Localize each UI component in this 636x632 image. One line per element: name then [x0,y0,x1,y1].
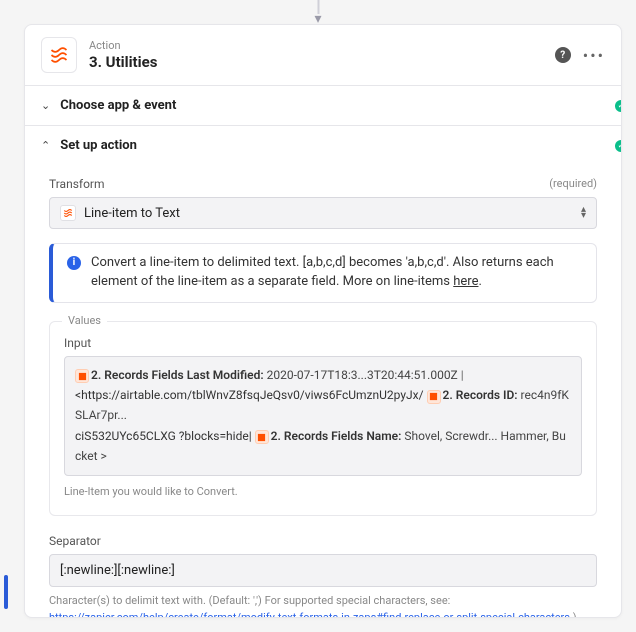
action-card: Action 3. Utilities ? ••• ⌄ Choose app &… [24,24,622,618]
transform-value: Line-item to Text [84,206,573,221]
card-header: Action 3. Utilities ? ••• [25,25,621,85]
side-accent [4,575,8,609]
airtable-pill-icon [255,430,269,444]
separator-help-link[interactable]: https://zapier.com/help/create/format/mo… [49,611,570,617]
utilities-mini-icon [60,205,76,221]
input-field[interactable]: 2. Records Fields Last Modified: 2020-07… [64,356,582,476]
pill-1-value: 2020-07-17T18:3...3T20:44:51.000Z [264,368,458,382]
info-icon: i [67,256,81,270]
info-text: Convert a line-item to delimited text. [… [91,255,554,289]
section-choose-label: Choose app & event [60,98,176,113]
section-setup-action[interactable]: ⌃ Set up action ✓ [25,125,621,165]
help-icon[interactable]: ? [555,47,571,63]
separator-input[interactable]: [:newline:][:newline:] [49,554,597,587]
select-caret-icon: ▴▾ [581,207,586,219]
raw-url-text: <https://airtable.com/tblWnvZ8fsqJeQsv0/… [75,388,424,402]
values-fieldset: Values Input 2. Records Fields Last Modi… [49,321,597,516]
raw-tail-text: ciS532UYc65CLXG ?blocks=hide| [75,429,252,443]
separator-help-prefix: Character(s) to delimit text with. (Defa… [49,594,450,607]
separator-label: Separator [49,534,597,548]
airtable-pill-icon [427,390,441,404]
info-link[interactable]: here [453,274,478,289]
section-setup-label: Set up action [60,138,137,153]
chevron-up-icon: ⌃ [41,139,50,152]
utilities-app-icon [41,37,77,73]
complete-check-icon: ✓ [615,100,622,112]
setup-action-body: Transform (required) Line-item to Text ▴… [25,165,621,617]
transform-label: Transform [49,177,105,191]
required-label: (required) [549,177,597,191]
values-legend: Values [62,314,107,327]
separator-help-suffix: ) [573,611,577,617]
header-subtitle: Action [89,39,157,53]
input-label: Input [64,336,582,350]
more-menu-icon[interactable]: ••• [583,46,605,65]
airtable-pill-icon [75,369,89,383]
pill-1-name: 2. Records Fields Last Modified: [91,368,264,382]
separator-help: Character(s) to delimit text with. (Defa… [49,593,597,617]
connector-arrow: ▾ [314,0,321,24]
section-choose-app[interactable]: ⌄ Choose app & event ✓ [25,85,621,125]
pill-3-name: 2. Records Fields Name: [271,429,402,443]
header-title: 3. Utilities [89,53,157,71]
pill-sep-1: | [461,368,464,382]
chevron-down-icon: ⌄ [41,99,50,112]
separator-value: [:newline:][:newline:] [60,563,175,578]
transform-info: i Convert a line-item to delimited text.… [49,243,597,303]
pill-2-name: 2. Records ID: [443,388,518,402]
input-help: Line-Item you would like to Convert. [64,484,582,499]
transform-select[interactable]: Line-item to Text ▴▾ [49,197,597,229]
complete-check-icon: ✓ [615,140,622,152]
